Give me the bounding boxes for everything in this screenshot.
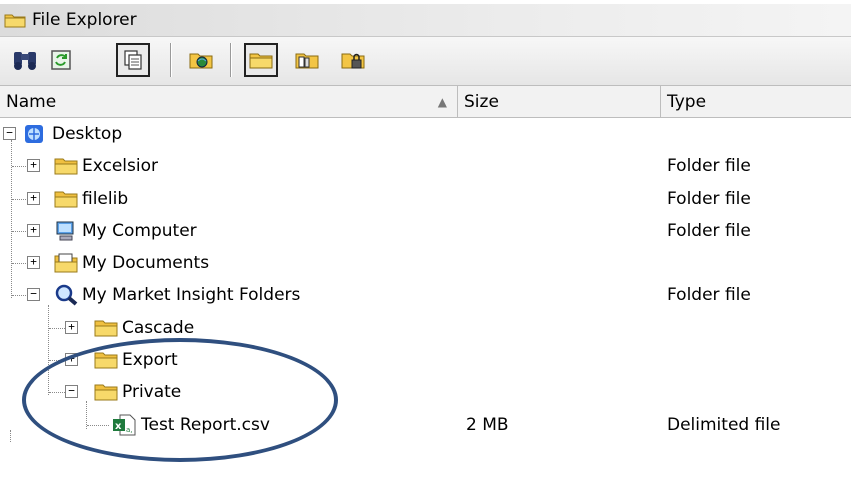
svg-text:x: x [115,421,122,432]
copy-pages-icon [124,50,142,70]
tree-line [12,263,26,265]
column-header-name[interactable]: Name ▲ [0,86,458,117]
column-header-size-label: Size [464,91,499,112]
type-cell: Folder file [667,156,751,177]
folder-icon [94,352,118,369]
folder-view-button[interactable] [244,43,278,77]
type-cell: Folder file [667,285,751,306]
tree-line [49,392,65,394]
tree-item-label: Excelsior [82,156,159,177]
copy-button[interactable] [116,43,150,77]
collapse-icon[interactable]: − [3,127,16,140]
secure-folder-button[interactable] [336,43,370,77]
refresh-icon [51,50,71,70]
file-explorer-window: File Explorer Name ▲ Size Type − Desktop… [0,0,851,442]
tree-item-label: My Market Insight Folders [82,285,301,306]
desktop-icon [25,125,43,143]
folder-icon [94,320,118,337]
svg-text:a,: a, [126,426,133,434]
tree-line [10,430,12,442]
tree-line [12,295,26,297]
column-header-type[interactable]: Type [661,86,851,117]
tree-item-label: Export [122,350,178,371]
type-cell: Folder file [667,220,751,241]
tree-line [12,198,26,200]
tree-item-label: Desktop [52,124,123,144]
tree-row-export[interactable]: + Export [0,344,851,376]
expand-icon[interactable]: + [27,159,40,173]
folder-lock-icon [341,53,365,69]
sort-ascending-icon: ▲ [437,95,447,109]
expand-icon[interactable]: + [65,353,78,367]
tree-row-my-documents[interactable]: + My Documents [0,247,851,279]
tree-line [49,360,65,362]
web-folder-button[interactable] [184,43,218,77]
tree-row-test-report[interactable]: x a, Test Report.csv 2 MB Delimited file [0,409,851,441]
folder-icon [4,14,26,28]
find-button[interactable] [8,43,42,77]
tree-row-filelib[interactable]: + filelib Folder file [0,183,851,215]
expand-icon[interactable]: + [27,223,40,237]
expand-icon[interactable]: + [65,320,78,334]
collapse-icon[interactable]: − [65,385,78,399]
type-cell: Delimited file [667,414,781,435]
tree-item-label: Cascade [122,317,195,338]
tree-row-desktop[interactable]: − Desktop [0,118,851,150]
tree-item-label: Private [122,382,182,403]
size-cell: 2 MB [466,414,509,435]
folder-icon [94,384,118,401]
folder-globe-icon [189,53,213,69]
column-header-type-label: Type [667,91,707,112]
column-header-size[interactable]: Size [458,86,661,117]
window-title: File Explorer [32,10,137,30]
tree-row-cascade[interactable]: + Cascade [0,312,851,344]
folder-icon [54,191,78,208]
magnifier-icon [55,285,78,307]
toolbar-separator [230,43,232,77]
tree-line [87,424,109,426]
tree-item-label: filelib [82,188,129,209]
folder-tabs-button[interactable] [290,43,324,77]
column-header: Name ▲ Size Type [0,86,851,118]
tree-row-private[interactable]: − Private [0,376,851,408]
expand-icon[interactable]: + [27,256,40,270]
binoculars-icon [14,52,36,70]
tree-row-excelsior[interactable]: + Excelsior Folder file [0,150,851,182]
column-header-name-label: Name [6,91,57,112]
tree-item-label: My Documents [82,253,210,274]
folder-icon [54,158,78,175]
tree-line [12,166,26,168]
tree-item-label: Test Report.csv [141,414,270,435]
documents-icon [54,253,78,273]
toolbar-separator [170,43,172,77]
tree-view: − Desktop + Excelsior Folder file + file… [0,118,851,441]
tree-line [49,327,65,329]
tree-line [12,230,26,232]
refresh-button[interactable] [44,43,78,77]
excel-csv-icon: x a, [113,414,136,436]
tree-row-my-computer[interactable]: + My Computer Folder file [0,215,851,247]
tree-row-my-market-insight-folders[interactable]: − My Market Insight Folders Folder file [0,279,851,311]
folder-tabs-icon [295,53,319,69]
tree-item-label: My Computer [82,220,197,241]
type-cell: Folder file [667,188,751,209]
collapse-icon[interactable]: − [27,288,40,302]
toolbar [0,37,851,86]
computer-icon [56,221,74,241]
title-bar: File Explorer [0,4,851,37]
folder-icon [249,53,273,69]
expand-icon[interactable]: + [27,191,40,205]
